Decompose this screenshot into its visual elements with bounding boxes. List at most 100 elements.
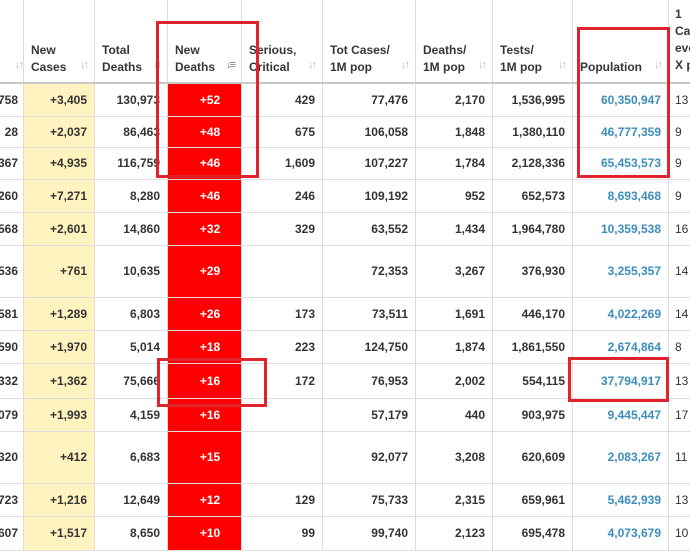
population-link[interactable]: 37,794,917 [573,363,669,398]
table-cell-c0: 079 [0,407,18,422]
sort-arrows-icon[interactable]: ↓↑ [153,57,162,74]
table-cell-tot-cases-1m: 106,058 [364,124,408,139]
table-cell-tot-cases-1m: 99,740 [371,526,408,540]
table-cell-deaths-1m: 1,848 [454,124,485,139]
table-cell-new-cases: +2,037 [49,124,87,139]
column-header-country[interactable]: ↓↑ [0,0,24,84]
table-cell-new-deaths: +16 [199,373,221,388]
table-cell-deaths-1m: 2,315 [454,492,485,507]
sort-arrows-icon[interactable]: ↓↑ [308,57,317,74]
table-cell-total-deaths: 86,463 [123,124,160,139]
sort-descending-icon[interactable]: ↓≡ [226,57,236,74]
table-cell-tot-cases-1m: 75,733 [371,492,408,507]
population-link[interactable]: 4,073,679 [573,516,669,550]
table-cell-deaths-1m: 1,691 [454,306,485,321]
table-cell-total-deaths: 8,650 [129,526,160,540]
table-cell-c0: 28 [4,124,18,139]
table-cell-last: 9 [675,188,682,203]
population-link[interactable]: 10,359,538 [573,212,669,245]
table-cell-last: 14 [675,264,689,278]
population-link[interactable]: 9,445,447 [573,398,669,431]
table-cell-serious: 173 [294,306,315,321]
table-cell-tests-1m: 2,128,336 [511,156,565,170]
table-cell-tot-cases-1m: 76,953 [371,373,408,388]
table-cell-new-cases: +412 [59,450,87,464]
population-link[interactable]: 5,462,939 [573,483,669,516]
table-cell-tot-cases-1m: 107,227 [364,156,408,170]
table-cell-last: 14 [675,306,689,321]
table-cell-last: 9 [675,124,682,139]
population-link[interactable]: 4,022,269 [573,297,669,330]
table-cell-tot-cases-1m: 73,511 [371,306,408,321]
column-header-serious-critical[interactable]: Serious, Critical ↓↑ [242,0,323,84]
table-cell-new-deaths: +26 [199,306,221,321]
table-cell-deaths-1m: 1,784 [454,156,485,170]
sort-arrows-icon[interactable]: ↓↑ [654,57,663,74]
column-header-new-cases[interactable]: New Cases ↓↑ [24,0,95,84]
table-cell-serious [242,398,323,431]
sort-arrows-icon[interactable]: ↓↑ [80,57,89,74]
table-cell-tests-1m: 1,536,995 [511,93,565,107]
table-cell-tests-1m: 659,961 [521,492,565,507]
table-cell-total-deaths: 14,860 [123,221,160,236]
population-link[interactable]: 3,255,357 [573,245,669,297]
table-cell-serious: 329 [294,221,315,236]
table-cell-new-deaths: +52 [199,93,221,107]
table-cell-serious [242,431,323,483]
table-cell-last: 13 [675,93,689,107]
column-header-deaths-1m[interactable]: Deaths/1M pop ↓↑ [416,0,493,84]
population-link[interactable]: 60,350,947 [573,84,669,116]
population-link[interactable]: 65,453,573 [573,147,669,179]
table-cell-total-deaths: 4,159 [129,407,160,422]
population-link[interactable]: 2,083,267 [573,431,669,483]
table-cell-tests-1m: 652,573 [521,188,565,203]
column-header-total-deaths[interactable]: Total Deaths ↓↑ [95,0,168,84]
table-cell-new-cases: +1,517 [49,526,87,540]
table-cell-tests-1m: 1,964,780 [511,221,565,236]
table-cell-c0: 590 [0,339,18,354]
table-cell-serious [242,245,323,297]
table-cell-last: 10 [675,526,689,540]
covid-data-table: ↓↑ New Cases ↓↑ Total Deaths ↓↑ New Deaths ↓≡ Seri… [0,0,690,551]
header-label-line: 1 [675,7,682,21]
population-link[interactable]: 2,674,864 [573,330,669,363]
table-cell-serious: 172 [294,373,315,388]
sort-arrows-icon[interactable]: ↓↑ [478,57,487,74]
table-cell-last: 16 [675,221,689,236]
table-cell-c0: 607 [0,526,18,540]
table-cell-total-deaths: 116,759 [117,156,160,170]
table-cell-total-deaths: 75,666 [123,373,160,388]
table-cell-serious: 246 [294,188,315,203]
table-cell-c0: 260 [0,188,18,203]
table-cell-tot-cases-1m: 72,353 [371,264,408,278]
header-label-line: Ca [675,24,690,38]
table-cell-total-deaths: 10,635 [123,264,160,278]
column-header-cases-every-x[interactable]: 1 Ca eve X p [669,0,690,84]
table-cell-deaths-1m: 2,002 [454,373,485,388]
table-cell-tot-cases-1m: 124,750 [364,339,408,354]
table-cell-new-deaths: +10 [199,526,221,540]
sort-arrows-icon[interactable]: ↓↑ [401,57,410,74]
table-cell-c0: 581 [0,306,18,321]
table-cell-deaths-1m: 2,170 [454,93,485,107]
table-cell-new-deaths: +16 [199,407,221,422]
table-cell-deaths-1m: 440 [464,407,485,422]
table-cell-c0: 367 [0,156,18,170]
table-cell-tests-1m: 554,115 [522,373,565,388]
column-header-population[interactable]: Population ↓↑ [573,0,669,84]
table-cell-new-cases: +761 [59,264,87,278]
table-cell-new-deaths: +15 [199,450,221,464]
column-header-tot-cases-1m[interactable]: Tot Cases/1M pop ↓↑ [323,0,416,84]
sort-arrows-icon[interactable]: ↓↑ [558,57,567,74]
table-cell-tot-cases-1m: 57,179 [371,407,408,422]
column-header-tests-1m[interactable]: Tests/1M pop ↓↑ [493,0,573,84]
sort-arrows-icon[interactable]: ↓↑ [15,57,24,74]
table-cell-c0: 568 [0,221,18,236]
table-cell-new-deaths: +32 [199,221,221,236]
column-header-new-deaths[interactable]: New Deaths ↓≡ [168,0,242,84]
table-cell-tests-1m: 695,478 [521,526,565,540]
population-link[interactable]: 8,693,468 [573,179,669,212]
table-cell-new-cases: +1,216 [49,492,87,507]
table-cell-new-cases: +7,271 [49,188,87,203]
population-link[interactable]: 46,777,359 [573,116,669,147]
